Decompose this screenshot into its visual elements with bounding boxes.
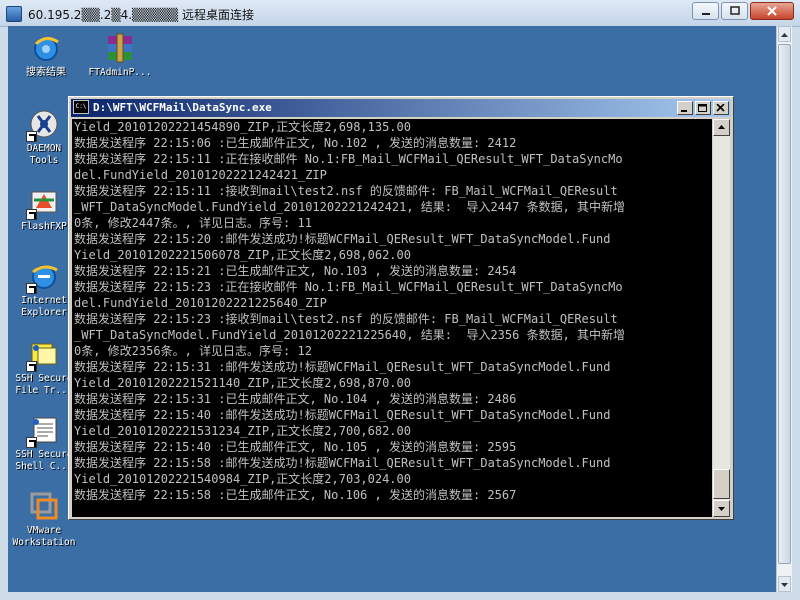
console-minimize-button[interactable] — [677, 101, 693, 115]
shortcut-arrow-icon — [26, 283, 37, 294]
desktop-icon-label: SSH Secure File Tr... — [15, 373, 73, 396]
rdp-minimize-button[interactable] — [692, 2, 719, 20]
console-scrollbar[interactable] — [713, 119, 730, 517]
console-line: Yield_20101202221531234_ZIP,正文长度2,700,68… — [74, 424, 411, 438]
desktop-icon-search-results[interactable]: 搜索结果 — [14, 32, 78, 79]
rdp-maximize-button[interactable] — [721, 2, 748, 20]
vmware-icon — [28, 490, 60, 522]
console-line: 数据发送程序 22:15:58 :邮件发送成功!标题WCFMail_QEResu… — [74, 456, 611, 470]
console-line: del.FundYield_20101202221242421_ZIP — [74, 168, 327, 182]
console-line: 数据发送程序 22:15:21 :已生成邮件正文, No.103 , 发送的消息… — [74, 264, 517, 278]
console-line: Yield_20101202221521140_ZIP,正文长度2,698,87… — [74, 376, 411, 390]
rdp-scrollbar[interactable] — [776, 26, 792, 592]
console-line: Yield_20101202221506078_ZIP,正文长度2,698,06… — [74, 248, 411, 262]
close-icon — [716, 104, 725, 112]
console-line: Yield_20101202221540984_ZIP,正文长度2,703,02… — [74, 472, 411, 486]
maximize-icon — [729, 6, 740, 15]
chevron-up-icon — [781, 33, 788, 37]
desktop-icon-label: Internet Explorer — [21, 295, 67, 318]
desktop-icon-label: VMware Workstation — [12, 525, 76, 548]
chevron-up-icon — [718, 125, 725, 129]
console-line: 0条, 修改2356条。, 详见日志。序号: 12 — [74, 344, 312, 358]
remote-desktop-icon — [6, 6, 22, 22]
close-icon — [767, 6, 777, 16]
console-line: 数据发送程序 22:15:23 :正在接收邮件 No.1:FB_Mail_WCF… — [74, 280, 623, 294]
winrar-archive-icon — [104, 32, 136, 64]
desktop-icon-label: FlashFXP — [21, 221, 67, 232]
console-line: 数据发送程序 22:15:20 :邮件发送成功!标题WCFMail_QEResu… — [74, 232, 611, 246]
desktop-icon-vmware[interactable]: VMware Workstation — [12, 490, 76, 549]
console-title-bar[interactable]: C:\ D:\WFT\WCFMail\DataSync.exe — [71, 99, 731, 117]
desktop-icon-daemon-tools[interactable]: DAEMON Tools — [12, 108, 76, 167]
desktop-icon-ssh-shell[interactable]: SSH Secure Shell C... — [12, 414, 76, 473]
remote-desktop-window: 60.195.2▒▒.2▒4.▒▒▒▒▒ 远程桌面连接 搜索结果 FTAdmin… — [0, 0, 800, 600]
console-line: _WFT_DataSyncModel.FundYield_20101202221… — [74, 200, 626, 214]
desktop-icon-internet-explorer[interactable]: Internet Explorer — [12, 260, 76, 319]
console-line: 数据发送程序 22:15:06 :已生成邮件正文, No.102 , 发送的消息… — [74, 136, 517, 150]
desktop-icon-label: FTAdminP... — [88, 67, 152, 78]
console-maximize-button[interactable] — [695, 101, 711, 115]
desktop-icon-label: 搜索结果 — [26, 67, 66, 78]
rdp-scrollbar-thumb[interactable] — [778, 44, 791, 564]
rdp-title-bar[interactable]: 60.195.2▒▒.2▒4.▒▒▒▒▒ 远程桌面连接 — [0, 0, 800, 27]
desktop-icon-label: DAEMON Tools — [26, 143, 62, 166]
console-line: 数据发送程序 22:15:40 :邮件发送成功!标题WCFMail_QEResu… — [74, 408, 611, 422]
scroll-up-button[interactable] — [713, 119, 730, 136]
scroll-down-button[interactable] — [713, 500, 730, 517]
console-line: 数据发送程序 22:15:31 :已生成邮件正文, No.104 , 发送的消息… — [74, 392, 517, 406]
daemon-tools-icon — [26, 108, 60, 142]
shortcut-arrow-icon — [26, 209, 37, 220]
desktop-icon-ssh-file-transfer[interactable]: SSH Secure File Tr... — [12, 338, 76, 397]
flashfxp-icon — [26, 186, 60, 220]
ssh-shell-icon — [26, 414, 60, 448]
console-close-button[interactable] — [713, 101, 729, 115]
console-line: _WFT_DataSyncModel.FundYield_20101202221… — [74, 328, 626, 342]
console-line: 0条, 修改2447条。, 详见日志。序号: 11 — [74, 216, 312, 230]
console-line: Yield_20101202221454890_ZIP,正文长度2,698,13… — [74, 120, 411, 134]
chevron-down-icon — [781, 583, 788, 587]
minimize-icon — [681, 110, 687, 112]
shortcut-arrow-icon — [26, 361, 37, 372]
maximize-icon — [698, 104, 707, 112]
console-line: 数据发送程序 22:15:11 :正在接收邮件 No.1:FB_Mail_WCF… — [74, 152, 623, 166]
minimize-icon — [701, 13, 710, 15]
desktop-icon-flashfxp[interactable]: FlashFXP — [12, 186, 76, 233]
rdp-bottom-border — [0, 592, 800, 600]
rdp-scroll-up-button[interactable] — [778, 26, 791, 42]
console-line: 数据发送程序 22:15:31 :邮件发送成功!标题WCFMail_QEResu… — [74, 360, 611, 374]
internet-explorer-icon — [26, 260, 60, 294]
rdp-close-button[interactable] — [750, 2, 794, 20]
remote-desktop-area[interactable]: 搜索结果 FTAdminP... DAEMON Tools FlashFXP I… — [8, 26, 776, 592]
console-line: 数据发送程序 22:15:58 :已生成邮件正文, No.106 , 发送的消息… — [74, 488, 517, 502]
console-output[interactable]: Yield_20101202221454890_ZIP,正文长度2,698,13… — [72, 119, 712, 517]
shortcut-arrow-icon — [26, 131, 37, 142]
console-window[interactable]: C:\ D:\WFT\WCFMail\DataSync.exe Yield_20… — [68, 96, 734, 520]
console-icon: C:\ — [73, 100, 89, 114]
console-line: 数据发送程序 22:15:40 :已生成邮件正文, No.105 , 发送的消息… — [74, 440, 517, 454]
shortcut-arrow-icon — [26, 437, 37, 448]
desktop-icon-label: SSH Secure Shell C... — [15, 449, 73, 472]
console-line: del.FundYield_20101202221225640_ZIP — [74, 296, 327, 310]
console-line: 数据发送程序 22:15:23 :接收到mail\test2.nsf 的反馈邮件… — [74, 312, 618, 326]
rdp-scroll-down-button[interactable] — [778, 576, 791, 592]
scrollbar-thumb[interactable] — [713, 469, 730, 499]
console-line: 数据发送程序 22:15:11 :接收到mail\test2.nsf 的反馈邮件… — [74, 184, 618, 198]
ie-search-icon — [30, 32, 62, 64]
ssh-file-transfer-icon — [26, 338, 60, 372]
rdp-window-title: 60.195.2▒▒.2▒4.▒▒▒▒▒ 远程桌面连接 — [28, 8, 254, 22]
console-title: D:\WFT\WCFMail\DataSync.exe — [93, 101, 272, 114]
desktop-icon-ftadmin[interactable]: FTAdminP... — [88, 32, 152, 79]
chevron-down-icon — [718, 507, 725, 511]
